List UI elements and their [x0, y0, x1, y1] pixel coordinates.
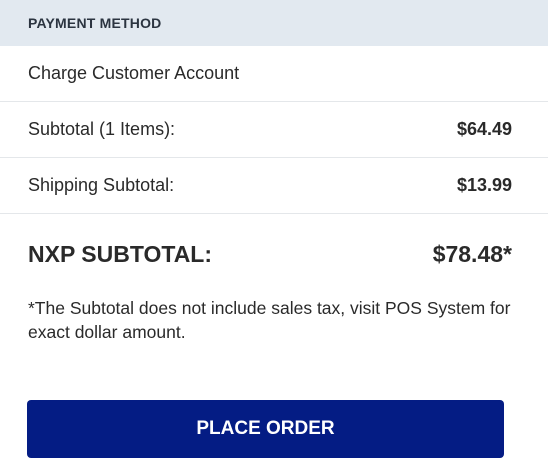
- place-order-button[interactable]: PLACE ORDER: [27, 400, 504, 458]
- total-label: NXP SUBTOTAL:: [28, 240, 213, 267]
- total-value: $78.48*: [432, 240, 512, 267]
- shipping-row: Shipping Subtotal: $13.99: [0, 158, 548, 214]
- tax-disclaimer-note: *The Subtotal does not include sales tax…: [28, 298, 511, 342]
- payment-method-label: Charge Customer Account: [28, 63, 240, 83]
- payment-method-heading: PAYMENT METHOD: [28, 15, 162, 31]
- subtotal-label: Subtotal (1 Items):: [28, 119, 176, 139]
- payment-method-row: Charge Customer Account: [0, 46, 548, 102]
- payment-summary-panel: PAYMENT METHOD Charge Customer Account S…: [0, 0, 548, 464]
- payment-method-header: PAYMENT METHOD: [0, 0, 548, 46]
- total-row: NXP SUBTOTAL: $78.48*: [0, 214, 548, 294]
- shipping-label: Shipping Subtotal:: [28, 175, 175, 195]
- subtotal-row: Subtotal (1 Items): $64.49: [0, 102, 548, 158]
- shipping-value: $13.99: [456, 175, 512, 195]
- subtotal-value: $64.49: [456, 119, 512, 139]
